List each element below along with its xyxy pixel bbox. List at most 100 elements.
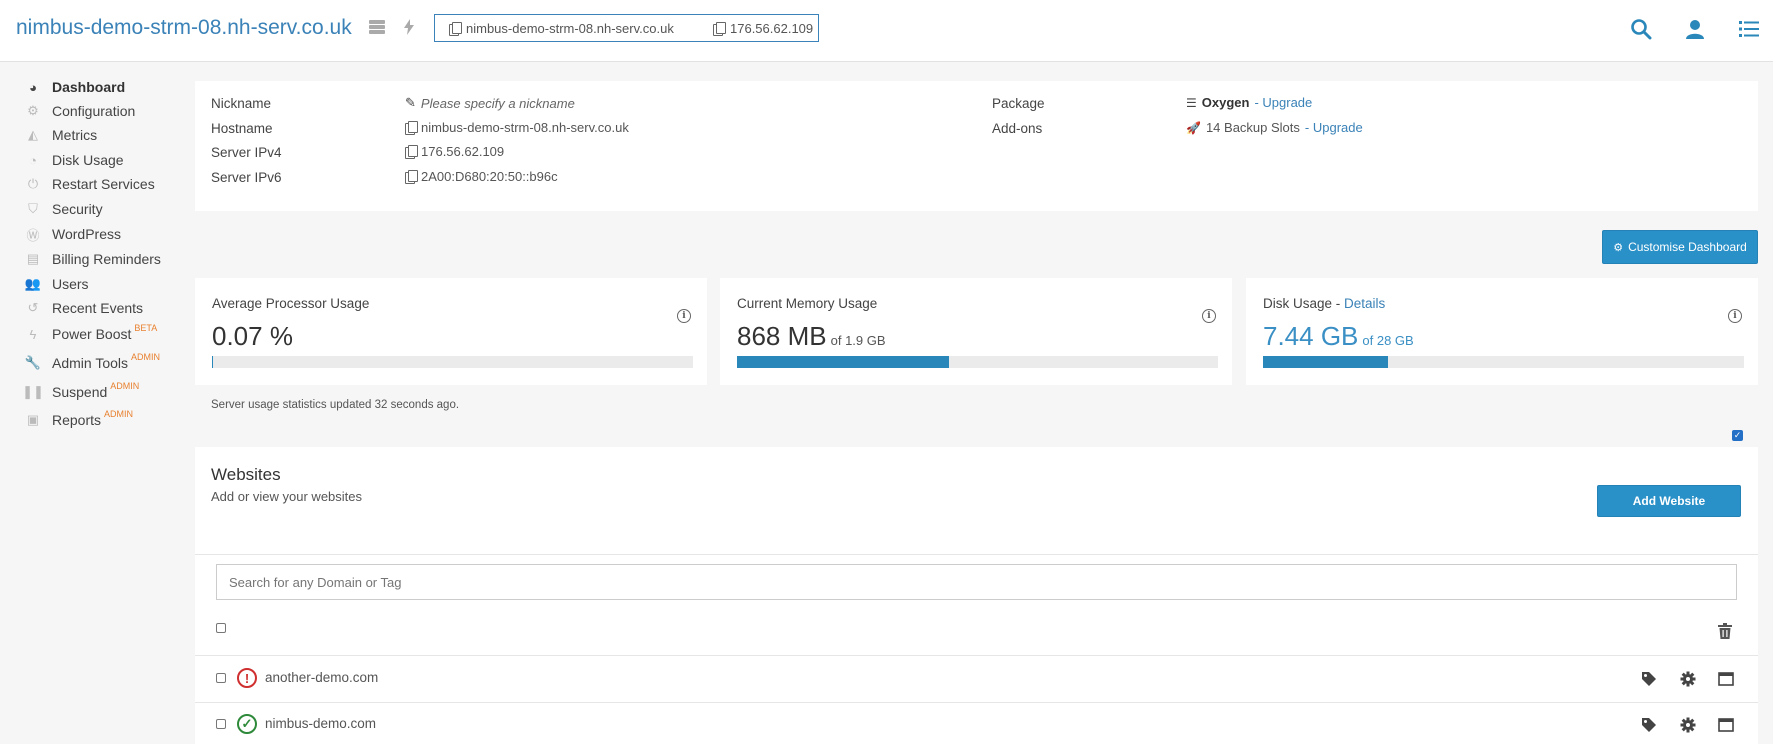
trash-icon[interactable]: [1718, 623, 1732, 639]
disk-usage-card: Disk Usage - Details 7.44 GB of 28 GB i: [1246, 278, 1758, 385]
window-icon[interactable]: [1718, 717, 1734, 733]
cpu-usage-bar-fill: [212, 356, 213, 368]
copy-icon: [449, 21, 462, 36]
wordpress-icon: Ⓦ: [26, 227, 40, 243]
memory-usage-bar: [737, 356, 1218, 368]
ip-copy[interactable]: 176.56.62.109: [713, 21, 813, 36]
sidebar-item-restart-services[interactable]: ⏻ Restart Services: [25, 174, 155, 194]
ipv6-value[interactable]: 2A00:D680:20:50::b96c: [405, 169, 558, 184]
memory-total: of 1.9 GB: [830, 333, 886, 348]
disk-usage-bar: [1263, 356, 1744, 368]
sidebar-item-dashboard[interactable]: ◕ Dashboard: [25, 77, 125, 97]
sidebar-item-metrics[interactable]: ◭ Metrics: [25, 125, 97, 145]
usage-note: Server usage statistics updated 32 secon…: [211, 399, 460, 411]
area-chart-icon: ◭: [28, 127, 38, 142]
row-checkbox[interactable]: [216, 673, 226, 683]
user-icon[interactable]: [1684, 18, 1706, 40]
websites-title: Websites: [211, 465, 281, 484]
wrench-icon: 🔧: [24, 355, 42, 370]
dashboard-icon: ◕: [29, 79, 37, 95]
divider: [195, 554, 1758, 555]
addons-value: 🚀 14 Backup Slots - Upgrade: [1186, 120, 1363, 135]
pencil-icon: ✎: [405, 95, 416, 110]
sidebar-item-disk-usage[interactable]: ◔ Disk Usage: [25, 150, 124, 170]
gear-icon[interactable]: [1680, 717, 1696, 733]
site-title[interactable]: nimbus-demo-strm-08.nh-serv.co.uk: [16, 16, 352, 40]
cpu-usage-bar: [212, 356, 693, 368]
users-icon: 👥: [24, 276, 42, 291]
ipv6-label: Server IPv6: [211, 170, 282, 185]
list-icon[interactable]: [1738, 18, 1760, 40]
sidebar-item-suspend[interactable]: ❚❚ Suspend ADMIN: [22, 381, 139, 402]
hostname-label: Hostname: [211, 121, 273, 136]
info-icon[interactable]: i: [1728, 309, 1742, 323]
document-icon: ▤: [26, 251, 40, 266]
error-status-icon: !: [237, 668, 257, 688]
gear-icon[interactable]: [1680, 671, 1696, 687]
copy-icon: [405, 145, 418, 159]
disk-total: of 28 GB: [1362, 333, 1414, 348]
customise-dashboard-button[interactable]: ⚙ Customise Dashboard: [1602, 230, 1758, 264]
disk-details-link[interactable]: Details: [1344, 296, 1385, 311]
sidebar-item-users[interactable]: 👥 Users: [25, 274, 89, 294]
sidebar-item-admin-tools[interactable]: 🔧 Admin Tools ADMIN: [24, 352, 161, 373]
rocket-icon: 🚀: [1186, 120, 1201, 135]
websites-subtitle: Add or view your websites: [211, 489, 363, 504]
shield-icon: ⛉: [28, 201, 38, 216]
package-label: Package: [992, 96, 1045, 111]
admin-badge: ADMIN: [104, 409, 134, 419]
row-checkbox[interactable]: [216, 719, 226, 729]
sidebar-item-wordpress[interactable]: Ⓦ WordPress: [25, 224, 121, 244]
domain-search-input[interactable]: [216, 564, 1737, 600]
sidebar-item-power-boost[interactable]: ϟ Power Boost BETA: [25, 323, 158, 344]
ok-status-icon: ✓: [237, 714, 257, 734]
hostname-text: nimbus-demo-strm-08.nh-serv.co.uk: [466, 20, 674, 36]
address-box: nimbus-demo-strm-08.nh-serv.co.uk 176.56…: [434, 14, 819, 42]
add-website-button[interactable]: Add Website: [1597, 485, 1741, 517]
memory-usage-label: Current Memory Usage: [737, 296, 878, 311]
hostname-copy[interactable]: nimbus-demo-strm-08.nh-serv.co.uk: [449, 21, 713, 36]
lightning-icon[interactable]: [400, 18, 418, 36]
sidebar-item-reports[interactable]: ▣ Reports ADMIN: [25, 409, 134, 430]
package-value: ☰ Oxygen - Upgrade: [1186, 95, 1313, 110]
sidebar-item-recent-events[interactable]: ↺ Recent Events: [25, 298, 144, 318]
sidebar-item-security[interactable]: ⛉ Security: [25, 199, 102, 219]
toggle-checkbox[interactable]: ✓: [1732, 430, 1743, 441]
search-icon[interactable]: [1630, 18, 1652, 40]
memory-usage-value: 868 MB of 1.9 GB: [737, 321, 886, 351]
website-domain[interactable]: nimbus-demo.com: [265, 716, 376, 731]
website-domain[interactable]: another-demo.com: [265, 670, 378, 685]
info-icon[interactable]: i: [1202, 309, 1216, 323]
nickname-label: Nickname: [211, 96, 272, 111]
server-stack-icon[interactable]: [368, 18, 386, 36]
disk-usage-bar-fill: [1263, 356, 1389, 368]
sidebar-item-configuration[interactable]: ⚙ Configuration: [25, 101, 135, 121]
info-icon[interactable]: i: [677, 309, 691, 323]
row-divider: [195, 655, 1758, 656]
ipv4-value[interactable]: 176.56.62.109: [405, 144, 504, 159]
copy-icon: [713, 21, 726, 36]
cpu-usage-value: 0.07 %: [212, 321, 293, 351]
cpu-usage-card: Average Processor Usage 0.07 % i: [195, 278, 707, 385]
cogs-icon: ⚙: [27, 103, 39, 118]
power-icon: ⏻: [27, 176, 39, 191]
tag-icon[interactable]: [1641, 717, 1657, 733]
pie-chart-icon: ◔: [29, 152, 37, 168]
sidebar-item-billing-reminders[interactable]: ▤ Billing Reminders: [25, 249, 161, 269]
admin-badge: ADMIN: [131, 352, 161, 362]
pause-icon: ❚❚: [22, 384, 44, 399]
package-upgrade-link[interactable]: - Upgrade: [1254, 95, 1312, 110]
bolt-icon: ϟ: [29, 326, 37, 342]
websites-panel: Websites Add or view your websites Add W…: [195, 447, 1758, 744]
database-icon: ☰: [1186, 95, 1197, 110]
memory-usage-bar-fill: [737, 356, 949, 368]
window-icon[interactable]: [1718, 671, 1734, 687]
tag-icon[interactable]: [1641, 671, 1657, 687]
hostname-value[interactable]: nimbus-demo-strm-08.nh-serv.co.uk: [405, 120, 629, 135]
cpu-usage-label: Average Processor Usage: [212, 296, 370, 311]
select-all-checkbox[interactable]: [216, 623, 226, 633]
nickname-placeholder: Please specify a nickname: [420, 95, 575, 111]
nickname-field[interactable]: ✎ Please specify a nickname: [405, 95, 575, 111]
copy-icon: [405, 170, 418, 184]
addons-upgrade-link[interactable]: - Upgrade: [1305, 120, 1363, 135]
